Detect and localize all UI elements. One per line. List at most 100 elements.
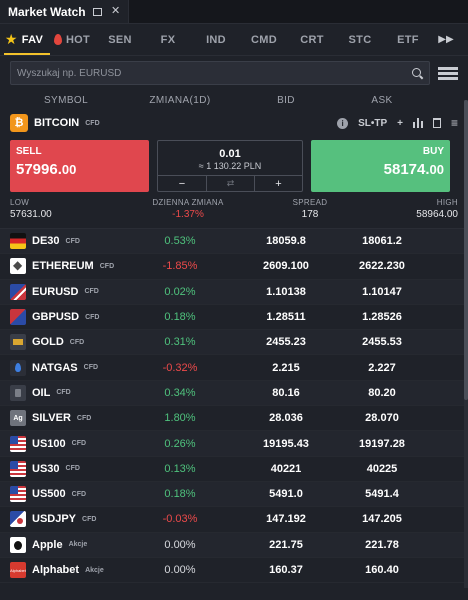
col-bid[interactable]: BID xyxy=(238,95,334,106)
row-ask[interactable]: 2.227 xyxy=(334,362,430,374)
eur-usd-flag-icon xyxy=(10,283,26,300)
row-ask[interactable]: 28.070 xyxy=(334,412,430,424)
more-tabs-icon[interactable]: ▶▶ xyxy=(432,34,460,45)
row-ask[interactable]: 2622.230 xyxy=(334,260,430,272)
tab-cmd[interactable]: CMD xyxy=(240,24,288,55)
row-bid[interactable]: 1.28511 xyxy=(238,311,334,323)
instrument-stats: LOW 57631.00 DZIENNA ZMIANA -1.37% SPREA… xyxy=(10,198,458,228)
info-icon[interactable]: i xyxy=(337,117,349,129)
table-row[interactable]: US30 CFD 0.13% 40221 40225 xyxy=(0,456,468,482)
sell-button[interactable]: SELL 57996.00 xyxy=(10,140,149,192)
table-row[interactable]: US500 CFD 0.18% 5491.0 5491.4 xyxy=(0,481,468,508)
tab-hot[interactable]: HOT xyxy=(48,24,96,55)
tab-fx[interactable]: FX xyxy=(144,24,192,55)
tab-label: ETF xyxy=(397,33,419,46)
table-row[interactable]: Alphabet Alphabet Akcje 0.00% 160.37 160… xyxy=(0,557,468,584)
table-row[interactable]: EURUSD CFD 0.02% 1.10138 1.10147 xyxy=(0,279,468,305)
row-change: 1.80% xyxy=(164,412,196,425)
symbol-tag: Akcje xyxy=(85,566,104,574)
scrollbar-thumb[interactable] xyxy=(464,100,468,400)
row-bid[interactable]: 40221 xyxy=(238,463,334,475)
table-row[interactable]: Ag SILVER CFD 1.80% 28.036 28.070 xyxy=(0,406,468,432)
close-icon[interactable]: ✕ xyxy=(110,6,122,18)
volume-decrease-button[interactable]: − xyxy=(158,176,206,191)
search-icon[interactable] xyxy=(412,67,423,79)
sell-label: SELL xyxy=(16,146,42,157)
tab-ind[interactable]: IND xyxy=(192,24,240,55)
tab-label: FX xyxy=(160,33,176,46)
tab-label: HOT xyxy=(65,33,91,46)
row-ask[interactable]: 40225 xyxy=(334,463,430,475)
tab-label: SEN xyxy=(108,33,132,46)
table-row[interactable]: GOLD CFD 0.31% 2455.23 2455.53 xyxy=(0,330,468,356)
ethereum-icon xyxy=(10,258,26,275)
table-row[interactable]: Apple Akcje 0.00% 221.75 221.78 xyxy=(0,532,468,558)
row-change: 0.02% xyxy=(164,285,196,298)
row-bid[interactable]: 147.192 xyxy=(238,513,334,525)
buy-button[interactable]: BUY 58174.00 xyxy=(311,140,450,192)
sell-price: 57996.00 xyxy=(16,161,143,178)
candles-icon[interactable] xyxy=(412,118,423,128)
tab-crt[interactable]: CRT xyxy=(288,24,336,55)
row-bid[interactable]: 80.16 xyxy=(238,387,334,399)
row-ask[interactable]: 5491.4 xyxy=(334,488,430,500)
row-ask[interactable]: 1.10147 xyxy=(334,286,430,298)
table-row[interactable]: US100 CFD 0.26% 19195.43 19197.28 xyxy=(0,431,468,457)
undock-icon[interactable] xyxy=(92,6,104,18)
scrollbar[interactable] xyxy=(464,100,468,588)
selected-instrument-header[interactable]: ₿ BITCOIN CFD i SL•TP + ≡ xyxy=(10,110,458,136)
row-symbol: EURUSD CFD xyxy=(10,283,122,300)
trade-buttons: SELL 57996.00 0.01 ≈ 1 130.22 PLN − ⇄ + … xyxy=(10,140,458,192)
row-ask[interactable]: 80.20 xyxy=(334,387,430,399)
row-bid[interactable]: 19195.43 xyxy=(238,438,334,450)
row-bid[interactable]: 5491.0 xyxy=(238,488,334,500)
table-row[interactable]: USDJPY CFD -0.03% 147.192 147.205 xyxy=(0,507,468,533)
row-ask[interactable]: 1.28526 xyxy=(334,311,430,323)
sl-tp-button[interactable]: SL•TP xyxy=(358,118,387,129)
row-change: 0.00% xyxy=(164,538,196,551)
row-ask[interactable]: 19197.28 xyxy=(334,438,430,450)
row-bid[interactable]: 221.75 xyxy=(238,539,334,551)
table-row[interactable]: GBPUSD CFD 0.18% 1.28511 1.28526 xyxy=(0,304,468,331)
row-bid[interactable]: 2455.23 xyxy=(238,336,334,348)
col-ask[interactable]: ASK xyxy=(334,95,430,106)
row-ask[interactable]: 160.40 xyxy=(334,564,430,576)
window-tab[interactable]: Market Watch ✕ xyxy=(0,0,129,23)
volume-display[interactable]: 0.01 ≈ 1 130.22 PLN xyxy=(158,141,302,175)
trash-icon[interactable] xyxy=(432,118,441,128)
row-bid[interactable]: 2.215 xyxy=(238,362,334,374)
tab-stc[interactable]: STC xyxy=(336,24,384,55)
row-bid[interactable]: 1.10138 xyxy=(238,286,334,298)
stat-value: -1.37% xyxy=(172,209,204,220)
table-row[interactable]: ETHEREUM CFD -1.85% 2609.100 2622.230 xyxy=(0,254,468,280)
add-order-icon[interactable]: + xyxy=(397,118,403,129)
table-row[interactable]: DE30 CFD 0.53% 18059.8 18061.2 xyxy=(0,229,468,255)
row-bid[interactable]: 160.37 xyxy=(238,564,334,576)
row-bid[interactable]: 2609.100 xyxy=(238,260,334,272)
table-row[interactable]: OIL CFD 0.34% 80.16 80.20 xyxy=(0,380,468,407)
col-change[interactable]: ZMIANA(1D) xyxy=(122,95,238,106)
row-bid[interactable]: 28.036 xyxy=(238,412,334,424)
row-ask[interactable]: 221.78 xyxy=(334,539,430,551)
row-bid[interactable]: 18059.8 xyxy=(238,235,334,247)
symbol-tag: CFD xyxy=(71,490,87,498)
category-tabs: ★ FAV HOT SEN FX IND CMD CRT STC ETF ▶▶ xyxy=(0,24,468,56)
row-change: 0.53% xyxy=(164,235,196,248)
row-ask[interactable]: 18061.2 xyxy=(334,235,430,247)
tab-etf[interactable]: ETF xyxy=(384,24,432,55)
col-symbol[interactable]: SYMBOL xyxy=(10,95,122,106)
buy-label: BUY xyxy=(422,146,444,157)
row-ask[interactable]: 2455.53 xyxy=(334,336,430,348)
search-input[interactable] xyxy=(17,67,412,79)
symbol-name: OIL xyxy=(32,386,51,399)
table-row[interactable]: NATGAS CFD -0.32% 2.215 2.227 xyxy=(0,355,468,381)
add-to-list-icon[interactable]: ≡ xyxy=(451,116,458,130)
row-ask[interactable]: 147.205 xyxy=(334,513,430,525)
tab-fav[interactable]: ★ FAV xyxy=(0,24,48,55)
search-row xyxy=(0,56,468,90)
volume-swap-icon[interactable]: ⇄ xyxy=(206,176,254,191)
row-change: 0.18% xyxy=(164,311,196,324)
list-view-icon[interactable] xyxy=(438,63,458,83)
volume-increase-button[interactable]: + xyxy=(254,176,302,191)
tab-sen[interactable]: SEN xyxy=(96,24,144,55)
